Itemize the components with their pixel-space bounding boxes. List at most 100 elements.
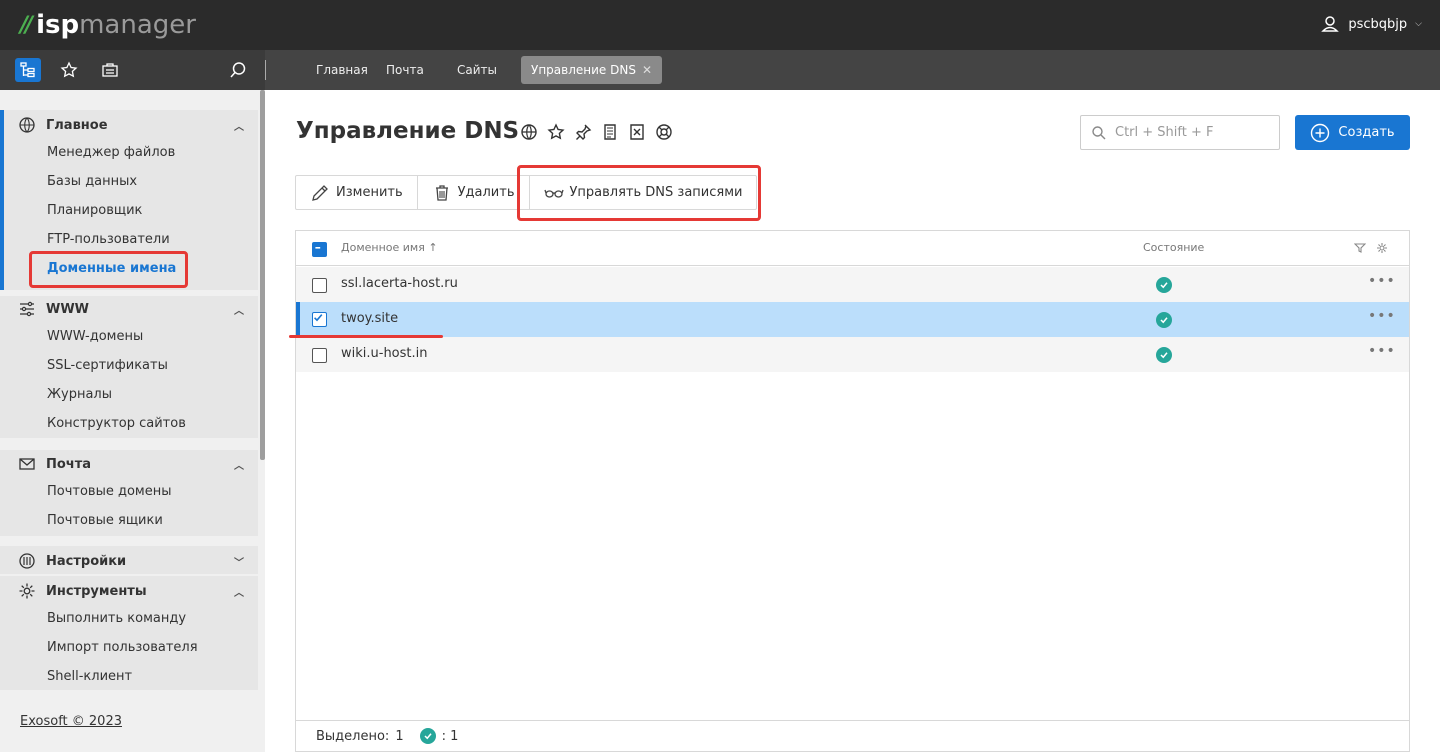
delete-button-label: Удалить xyxy=(457,185,515,200)
pencil-icon xyxy=(312,184,328,201)
top-header: // isp manager pscbqbjp ⌵ xyxy=(0,0,1440,50)
chevron-up-icon: ︿ xyxy=(234,305,244,317)
user-menu[interactable]: pscbqbjp ⌵ xyxy=(1320,14,1422,34)
highlight-box-domain-names xyxy=(29,251,188,288)
selected-count: 1 xyxy=(395,728,404,744)
sidebar-item-mail-domains[interactable]: Почтовые домены xyxy=(47,477,172,506)
sidebar-item-logs[interactable]: Журналы xyxy=(47,380,112,409)
sidebar-group-tools-header[interactable]: Инструменты ︿ xyxy=(18,577,248,605)
edit-button-label: Изменить xyxy=(336,185,403,200)
nav-tools xyxy=(0,50,265,90)
table-header: Доменное имя ↑ Состояние xyxy=(296,231,1409,266)
username: pscbqbjp xyxy=(1348,16,1408,32)
sidebar-item-file-manager[interactable]: Менеджер файлов xyxy=(47,138,175,167)
sidebar: Главное ︿ Менеджер файлов Базы данных Пл… xyxy=(0,90,265,752)
page-title: Управление DNS xyxy=(296,118,520,144)
sidebar-item-scheduler[interactable]: Планировщик xyxy=(47,196,142,225)
table-row[interactable]: wiki.u-host.in ••• xyxy=(296,337,1409,372)
row-menu-icon[interactable]: ••• xyxy=(1368,343,1396,359)
sidebar-group-settings-header[interactable]: Настройки ﹀ xyxy=(18,547,248,575)
tab-home[interactable]: Главная xyxy=(306,56,378,84)
app-logo[interactable]: // isp manager xyxy=(20,8,196,42)
copyright-link[interactable]: Exosoft © 2023 xyxy=(20,714,122,729)
sidebar-group-www-header[interactable]: WWW ︿ xyxy=(18,295,248,323)
export-excel-icon[interactable] xyxy=(628,123,646,141)
sidebar-scrollbar[interactable] xyxy=(260,90,265,460)
pin-icon[interactable] xyxy=(574,123,592,141)
trash-icon xyxy=(435,184,448,201)
tree-menu-icon xyxy=(20,62,35,78)
chevron-down-icon: ⌵ xyxy=(1415,19,1422,29)
row-menu-icon[interactable]: ••• xyxy=(1368,273,1396,289)
chevron-down-icon: ﹀ xyxy=(234,557,244,569)
column-label: Доменное имя xyxy=(341,241,425,254)
status-ok-icon xyxy=(419,728,436,744)
search-input[interactable] xyxy=(1115,125,1265,140)
tab-label: Управление DNS xyxy=(531,63,636,77)
gear-icon[interactable] xyxy=(1376,242,1388,254)
close-icon[interactable]: ✕ xyxy=(642,63,652,77)
row-checkbox[interactable] xyxy=(312,348,327,363)
column-header-domain[interactable]: Доменное имя ↑ xyxy=(341,241,438,254)
sidebar-item-databases[interactable]: Базы данных xyxy=(47,167,137,196)
gear-icon xyxy=(19,583,35,599)
domain-name-cell: wiki.u-host.in xyxy=(341,346,428,361)
sidebar-item-www-domains[interactable]: WWW-домены xyxy=(47,322,143,351)
document-icon[interactable] xyxy=(601,123,619,141)
tab-mail[interactable]: Почта xyxy=(376,56,434,84)
sidebar-group-label: Настройки xyxy=(46,553,127,569)
row-menu-icon[interactable]: ••• xyxy=(1368,308,1396,324)
sidebar-item-ftp-users[interactable]: FTP-пользователи xyxy=(47,225,170,254)
title-actions xyxy=(520,123,673,141)
ok-count: : 1 xyxy=(441,728,459,744)
sidebar-item-ssl-certificates[interactable]: SSL-сертификаты xyxy=(47,351,168,380)
help-lifebuoy-icon[interactable] xyxy=(655,123,673,141)
status-ok-icon xyxy=(1156,312,1172,328)
logo-text-isp: isp xyxy=(36,10,80,40)
nav-divider xyxy=(265,60,266,80)
status-ok-icon xyxy=(1156,347,1172,363)
search-icon xyxy=(1092,125,1106,139)
row-checkbox[interactable] xyxy=(312,278,327,293)
create-button[interactable]: Создать xyxy=(1295,115,1410,150)
star-icon[interactable] xyxy=(547,123,565,141)
sidebar-group-main-header[interactable]: Главное ︿ xyxy=(18,111,248,139)
column-header-status[interactable]: Состояние xyxy=(1143,241,1204,254)
tab-label: Главная xyxy=(316,63,368,77)
sidebar-group-mail-header[interactable]: Почта ︿ xyxy=(18,450,248,478)
sidebar-item-site-builder[interactable]: Конструктор сайтов xyxy=(47,409,186,438)
tab-label: Сайты xyxy=(457,63,497,77)
edit-button[interactable]: Изменить xyxy=(296,176,418,209)
tab-dns-management[interactable]: Управление DNS ✕ xyxy=(521,56,662,84)
filter-icon[interactable] xyxy=(1354,242,1366,254)
select-all-checkbox[interactable] xyxy=(312,242,327,257)
row-checkbox[interactable] xyxy=(312,312,327,327)
dashboard-button[interactable] xyxy=(97,58,123,82)
sliders-icon xyxy=(20,301,34,317)
checkmark-icon xyxy=(314,314,323,322)
menu-tree-button[interactable] xyxy=(15,58,41,82)
sidebar-item-run-command[interactable]: Выполнить команду xyxy=(47,604,186,633)
briefcase-icon xyxy=(102,63,118,77)
sidebar-item-shell-client[interactable]: Shell-клиент xyxy=(47,662,132,691)
tab-sites[interactable]: Сайты xyxy=(447,56,507,84)
table-row[interactable]: twoy.site ••• xyxy=(296,302,1409,337)
search-button[interactable] xyxy=(225,58,251,82)
table-row[interactable]: ssl.lacerta-host.ru ••• xyxy=(296,267,1409,302)
minus-icon xyxy=(315,247,321,249)
tab-label: Почта xyxy=(386,63,424,77)
search-icon xyxy=(230,62,246,78)
settings-dial-icon xyxy=(19,553,35,569)
sidebar-item-mailboxes[interactable]: Почтовые ящики xyxy=(47,506,163,535)
sidebar-item-import-user[interactable]: Импорт пользователя xyxy=(47,633,198,662)
user-icon xyxy=(1321,16,1340,32)
globe-icon xyxy=(19,117,35,133)
globe-settings-icon[interactable] xyxy=(520,123,538,141)
favorites-button[interactable] xyxy=(56,58,82,82)
sort-arrow-icon: ↑ xyxy=(428,241,438,254)
chevron-up-icon: ︿ xyxy=(234,587,244,599)
highlight-box-manage-dns xyxy=(517,165,761,221)
delete-button[interactable]: Удалить xyxy=(418,176,530,209)
sidebar-group-label: Почта xyxy=(46,456,92,472)
search-field[interactable] xyxy=(1080,115,1280,150)
